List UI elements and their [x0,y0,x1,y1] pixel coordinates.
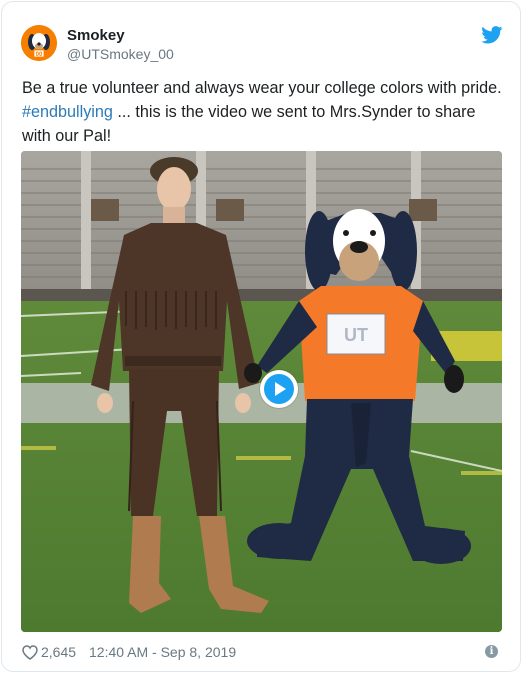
heart-icon[interactable] [22,645,38,660]
tweet-footer: 2,645 12:40 AM - Sep 8, 2019 i [22,643,504,663]
svg-text:00: 00 [36,52,43,58]
timestamp-link[interactable]: 12:40 AM - Sep 8, 2019 [89,644,236,660]
play-triangle [275,382,286,396]
play-button[interactable] [260,370,298,408]
author-name[interactable]: Smokey [67,27,125,44]
smokey-dog-icon: 00 [21,25,57,61]
tweet-text: Be a true volunteer and always wear your… [22,76,502,148]
info-icon[interactable]: i [485,645,498,658]
like-count[interactable]: 2,645 [41,644,76,660]
author-handle[interactable]: @UTSmokey_00 [67,46,174,62]
tweet-line-1: Be a true volunteer and always wear your… [22,79,502,97]
video-player[interactable]: UT [21,151,502,632]
tweet-card: 00 Smokey @UTSmokey_00 Be a true volunte… [1,1,521,672]
avatar[interactable]: 00 [21,25,57,61]
twitter-bird-icon[interactable] [481,26,503,44]
mascot-sign-text: UT [344,325,368,345]
hashtag-link[interactable]: #endbullying [22,103,113,121]
tweet-line-3: with our Pal! [22,127,112,145]
play-icon[interactable] [264,374,294,404]
tweet-line-2: ... this is the video we sent to Mrs.Syn… [112,103,476,121]
